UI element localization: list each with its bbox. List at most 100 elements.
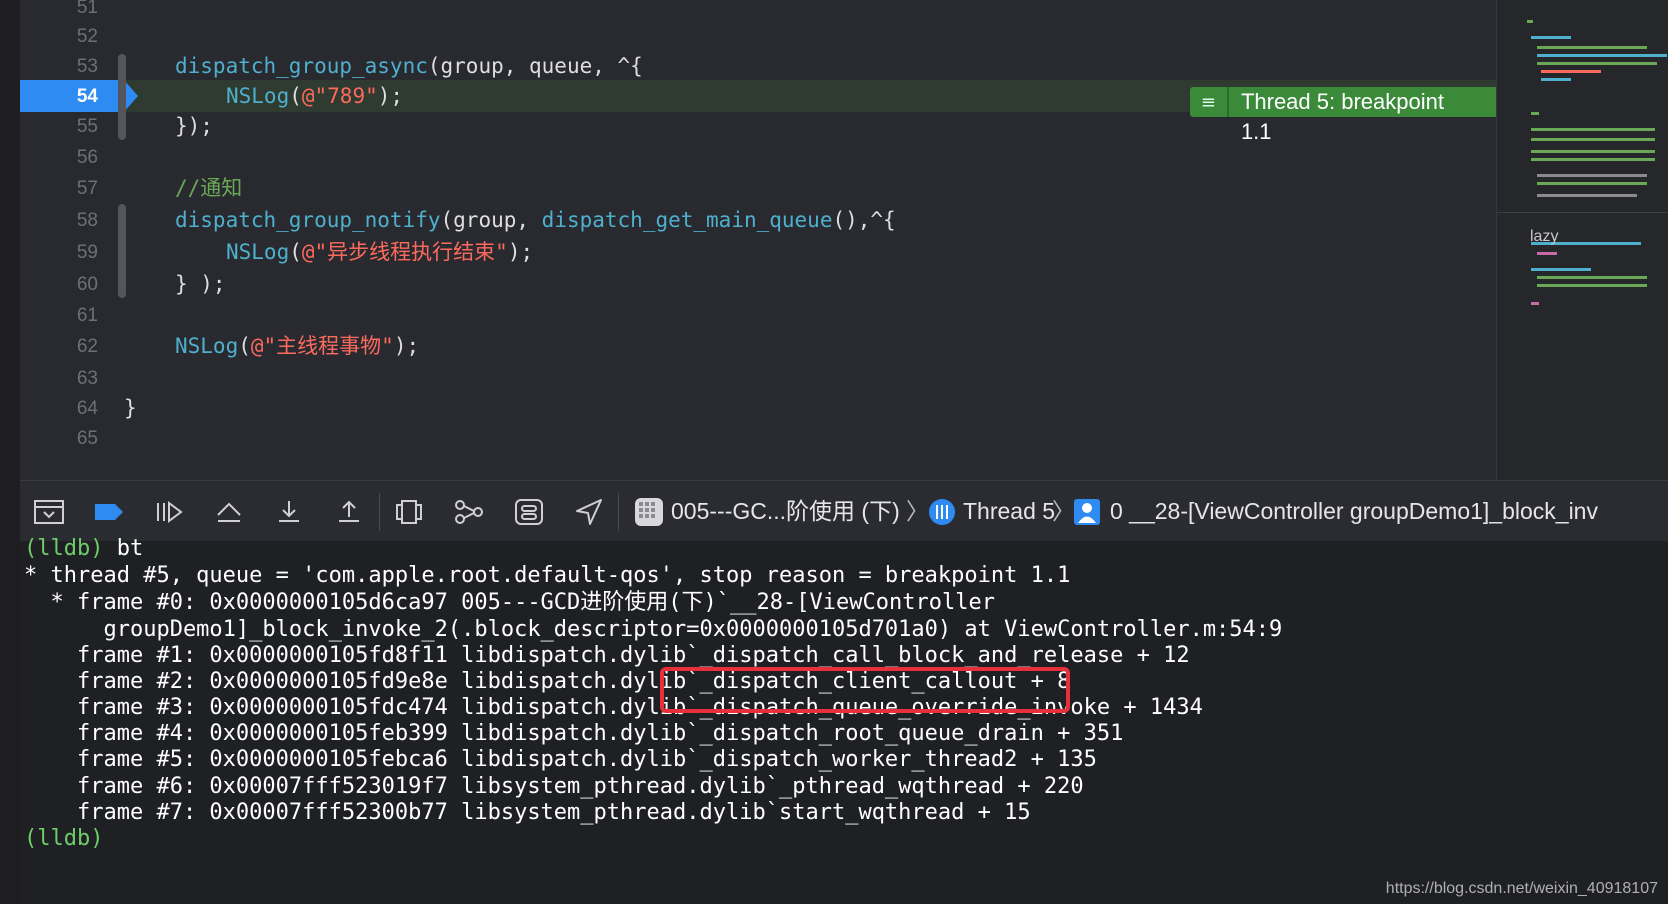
minimap-row [1541, 78, 1571, 81]
minimap-row [1537, 182, 1647, 185]
code-token: ); [377, 84, 404, 108]
minimap-divider [1497, 212, 1668, 213]
minimap-row [1531, 112, 1539, 115]
code-line-60[interactable]: } ); [175, 269, 226, 299]
minimap-row [1531, 150, 1655, 153]
line-number: 60 [76, 274, 98, 295]
hamburger-icon[interactable]: ≡ [1190, 87, 1229, 117]
minimap-row [1537, 284, 1647, 287]
location-arrow-icon [576, 499, 602, 525]
continue-icon [157, 501, 183, 523]
code-line-57[interactable]: //通知 [175, 173, 242, 203]
code-line-59[interactable]: NSLog(@"异步线程执行结束"); [226, 237, 533, 267]
code-token: ( [238, 334, 251, 358]
code-token: (group, [440, 208, 542, 232]
code-fold-ribbon-2[interactable] [118, 204, 126, 298]
line-number: 52 [76, 26, 98, 47]
breakpoint-badge[interactable]: ≡ Thread 5: breakpoint 1.1 [1190, 86, 1496, 144]
hide-debug-area-icon [34, 500, 64, 524]
code-line-53[interactable]: dispatch_group_async(group, queue, ^{ [175, 51, 643, 81]
line-number: 64 [76, 398, 98, 419]
watermark: https://blog.csdn.net/weixin_40918107 [1385, 880, 1658, 897]
string-literal: @"789" [301, 84, 378, 108]
minimap-row [1531, 138, 1655, 141]
code-token: NSLog [226, 240, 290, 264]
continue-button[interactable] [152, 495, 186, 529]
console-line: * thread #5, queue = 'com.apple.root.def… [24, 563, 1071, 588]
code-token: (group, queue, ^{ [427, 54, 643, 78]
line-number: 65 [76, 428, 98, 449]
minimap-row [1537, 54, 1667, 57]
user-frame-icon [1074, 499, 1100, 525]
minimap-row [1531, 268, 1591, 271]
step-out-icon [339, 500, 359, 522]
pc-arrow-icon [124, 80, 138, 112]
step-out-button[interactable] [332, 495, 366, 529]
breakpoints-toggle-button[interactable] [92, 495, 126, 529]
simulate-location-button[interactable] [572, 495, 606, 529]
step-into-icon [279, 501, 299, 522]
thread-icon [929, 499, 955, 525]
thread-icon-button[interactable] [925, 495, 959, 529]
code-token: dispatch_group_notify [175, 208, 441, 232]
console-line: frame #5: 0x0000000105febca6 libdispatch… [24, 747, 1097, 772]
console-command: bt [103, 536, 144, 561]
line-number: 51 [76, 0, 98, 18]
minimap[interactable] [1496, 0, 1668, 480]
environment-overrides-button[interactable] [512, 495, 546, 529]
environment-overrides-icon [515, 499, 543, 525]
debug-toolbar: 005---GC...阶使用 (下) 〉 Thread 5 〉 0 __28-[… [20, 480, 1668, 542]
breadcrumb-thread[interactable]: Thread 5 [963, 493, 1055, 529]
breadcrumb-frame[interactable]: 0 __28-[ViewController groupDemo1]_block… [1110, 493, 1598, 529]
app-grid-icon [635, 498, 663, 526]
line-number: 57 [76, 178, 98, 199]
code-editor[interactable]: 51 52 53 54 55 56 57 58 59 60 61 62 63 6… [20, 0, 1496, 480]
code-token: NSLog [226, 84, 290, 108]
minimap-row [1537, 252, 1557, 255]
string-literal: @"主线程事物" [250, 334, 394, 358]
console-line: (lldb) [24, 825, 103, 853]
code-token: dispatch_get_main_queue [541, 208, 833, 232]
console-line: (lldb) bt [24, 535, 143, 563]
breakpoint-badge-label: Thread 5: breakpoint 1.1 [1228, 87, 1496, 144]
code-line-58[interactable]: dispatch_group_notify(group, dispatch_ge… [175, 205, 896, 235]
console-line: frame #4: 0x0000000105feb399 libdispatch… [24, 721, 1124, 746]
frame-icon-button[interactable] [1070, 495, 1104, 529]
line-number: 55 [76, 116, 98, 137]
code-line-54[interactable]: NSLog(@"789"); [226, 81, 403, 111]
minimap-row [1527, 20, 1533, 23]
minimap-row [1531, 302, 1539, 305]
minimap-row [1537, 46, 1647, 49]
lldb-console[interactable]: (lldb) bt * thread #5, queue = 'com.appl… [20, 536, 1668, 904]
minimap-label: lazy [1530, 228, 1559, 245]
view-hierarchy-button[interactable] [392, 495, 426, 529]
code-token: ); [393, 334, 420, 358]
code-token: ( [289, 240, 302, 264]
line-number: 59 [76, 242, 98, 263]
current-line-number: 54 [76, 86, 98, 107]
toolbar-separator [379, 493, 380, 531]
code-token: ); [507, 240, 534, 264]
step-into-button[interactable] [272, 495, 306, 529]
app-target-button[interactable] [632, 495, 666, 529]
step-over-icon [217, 502, 241, 522]
lldb-prompt: (lldb) [24, 826, 104, 851]
breadcrumb-project[interactable]: 005---GC...阶使用 (下) [671, 493, 900, 529]
code-line-64[interactable]: } [124, 393, 137, 423]
memory-graph-button[interactable] [452, 495, 486, 529]
code-token: (),^{ [832, 208, 896, 232]
code-line-55[interactable]: }); [175, 111, 213, 141]
code-fold-ribbon[interactable] [118, 54, 126, 140]
line-number: 53 [76, 56, 98, 77]
step-over-button[interactable] [212, 495, 246, 529]
toolbar-separator [618, 493, 619, 531]
minimap-row [1537, 62, 1657, 65]
code-comment: //通知 [175, 176, 243, 200]
window-edge [0, 0, 21, 904]
line-number: 58 [76, 210, 98, 231]
hide-debug-area-button[interactable] [32, 495, 66, 529]
line-number: 62 [76, 336, 98, 357]
code-line-62[interactable]: NSLog(@"主线程事物"); [175, 331, 419, 361]
code-token: NSLog [175, 334, 239, 358]
line-number: 63 [76, 368, 98, 389]
